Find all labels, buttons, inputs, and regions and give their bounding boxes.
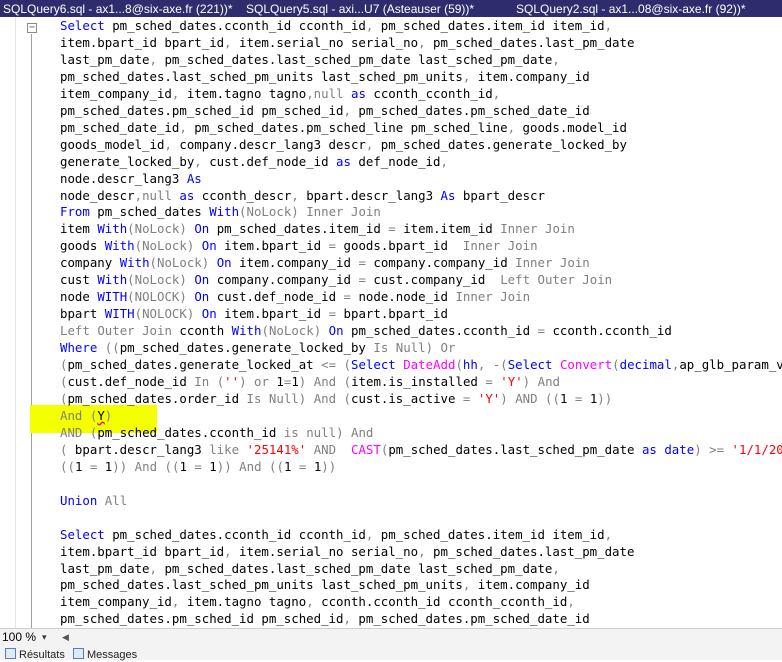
code-line[interactable]: Select pm_sched_dates.cconth_id cconth_i…: [60, 18, 782, 35]
code-line[interactable]: last_pm_date, pm_sched_dates.last_sched_…: [60, 561, 782, 578]
code-line[interactable]: item With(NoLock) On pm_sched_dates.item…: [60, 221, 782, 238]
tab-results-label: Résultats: [19, 649, 65, 661]
tab-sqlquery2[interactable]: SQLQuery2.sql - ax1...08@six-axe.fr (92)…: [516, 1, 746, 17]
code-line[interactable]: ((1 = 1)) And ((1 = 1)) And ((1 = 1)): [60, 459, 782, 476]
code-line[interactable]: pm_sched_dates.pm_sched_id pm_sched_id, …: [60, 611, 782, 628]
collapse-region-icon[interactable]: −: [27, 23, 37, 33]
sql-editor[interactable]: Select pm_sched_dates.cconth_id cconth_i…: [60, 18, 782, 628]
code-line[interactable]: pm_sched_dates.last_sched_pm_units last_…: [60, 69, 782, 86]
code-line[interactable]: goods With(NoLock) On item.bpart_id = go…: [60, 238, 782, 255]
code-line[interactable]: cust With(NoLock) On company.company_id …: [60, 272, 782, 289]
code-line[interactable]: [60, 510, 782, 527]
code-line[interactable]: bpart WITH(NOLOCK) On item.bpart_id = bp…: [60, 306, 782, 323]
code-line[interactable]: item.bpart_id bpart_id, item.serial_no s…: [60, 544, 782, 561]
code-line[interactable]: goods_model_id, company.descr_lang3 desc…: [60, 137, 782, 154]
code-line[interactable]: company With(NoLock) On item.company_id …: [60, 255, 782, 272]
code-line[interactable]: From pm_sched_dates With(NoLock) Inner J…: [60, 204, 782, 221]
editor-status-bar: 100 % ▾ ◀: [0, 628, 782, 646]
code-line[interactable]: pm_sched_date_id, pm_sched_dates.pm_sche…: [60, 120, 782, 137]
code-line[interactable]: generate_locked_by, cust.def_node_id as …: [60, 154, 782, 171]
gutter-separator: [15, 17, 16, 628]
code-line[interactable]: item.bpart_id bpart_id, item.serial_no s…: [60, 35, 782, 52]
code-line[interactable]: pm_sched_dates.last_sched_pm_units last_…: [60, 577, 782, 594]
code-line[interactable]: ( bpart.descr_lang3 like '25141%' AND CA…: [60, 442, 782, 459]
code-line[interactable]: And (Y): [60, 408, 782, 425]
zoom-level[interactable]: 100 %: [2, 630, 36, 644]
code-line[interactable]: Where ((pm_sched_dates.generate_locked_b…: [60, 340, 782, 357]
code-line[interactable]: item_company_id, item.tagno tagno,null a…: [60, 86, 782, 103]
grid-icon: [5, 648, 16, 659]
code-line[interactable]: node.descr_lang3 As: [60, 171, 782, 188]
code-line[interactable]: (cust.def_node_id In ('') or 1=1) And (i…: [60, 374, 782, 391]
document-tab-bar: SQLQuery6.sql - ax1...8@six-axe.fr (221)…: [0, 0, 782, 17]
code-line[interactable]: node WITH(NOLOCK) On cust.def_node_id = …: [60, 289, 782, 306]
results-tab-bar: Résultats Messages: [0, 646, 782, 661]
code-line[interactable]: AND (pm_sched_dates.cconth_id is null) A…: [60, 425, 782, 442]
tab-messages-label: Messages: [87, 649, 138, 661]
tab-sqlquery5[interactable]: SQLQuery5.sql - axi...U7 (Asteauser (59)…: [246, 1, 474, 17]
code-line[interactable]: (pm_sched_dates.generate_locked_at <= (S…: [60, 357, 782, 374]
scroll-left-icon[interactable]: ◀: [62, 630, 69, 644]
code-line[interactable]: Left Outer Join cconth With(NoLock) On p…: [60, 323, 782, 340]
editor-gutter: [0, 17, 56, 628]
code-line[interactable]: Select pm_sched_dates.cconth_id cconth_i…: [60, 527, 782, 544]
tab-sqlquery6[interactable]: SQLQuery6.sql - ax1...8@six-axe.fr (221)…: [3, 1, 233, 17]
messages-icon: [73, 648, 84, 659]
code-line[interactable]: pm_sched_dates.pm_sched_id pm_sched_id, …: [60, 103, 782, 120]
code-line[interactable]: Union All: [60, 493, 782, 510]
code-line[interactable]: item_company_id, item.tagno tagno, ccont…: [60, 594, 782, 611]
code-line[interactable]: [60, 476, 782, 493]
code-line[interactable]: (pm_sched_dates.order_id Is Null) And (c…: [60, 391, 782, 408]
code-line[interactable]: node_descr,null as cconth_descr, bpart.d…: [60, 188, 782, 205]
chevron-down-icon[interactable]: ▾: [42, 630, 47, 644]
outline-region-line: [31, 34, 32, 628]
code-line[interactable]: last_pm_date, pm_sched_dates.last_sched_…: [60, 52, 782, 69]
